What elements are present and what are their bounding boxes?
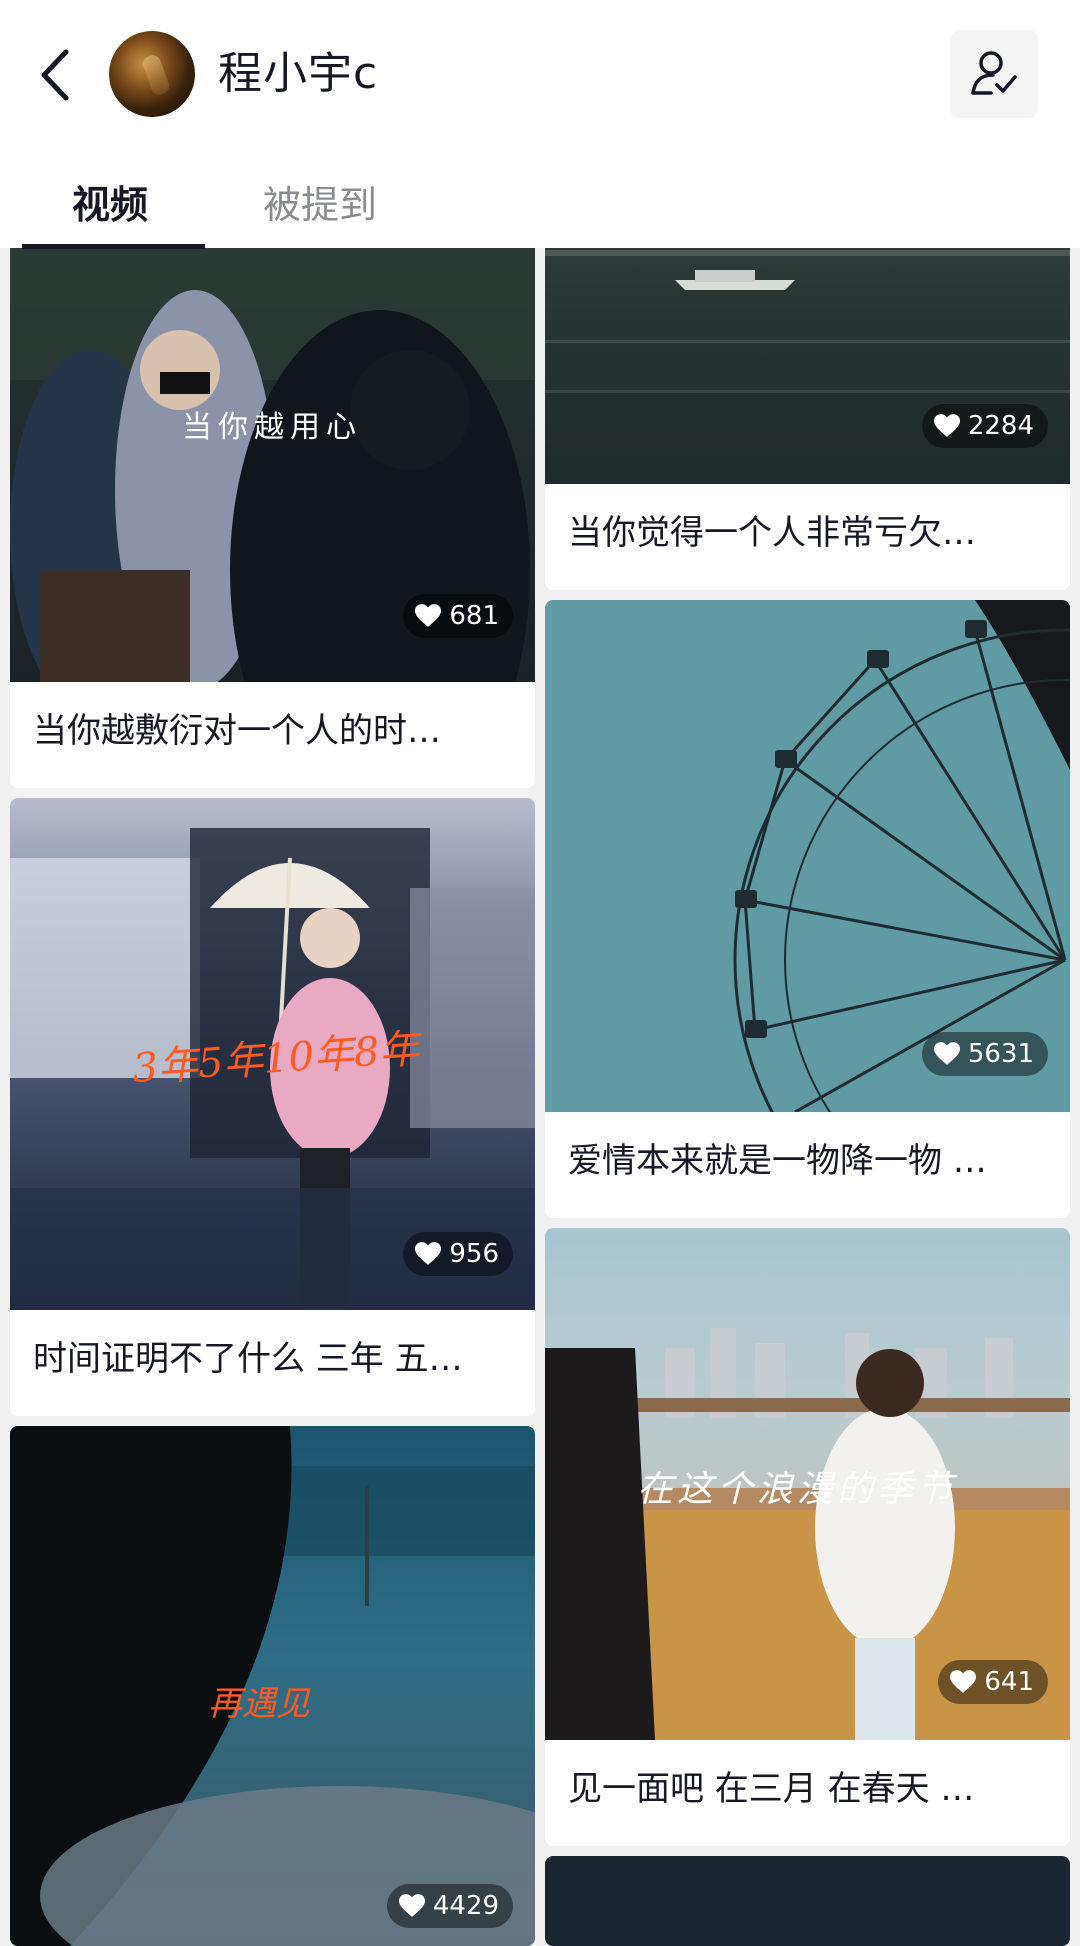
video-overlay-text: 在这个浪漫的季节 — [637, 1469, 958, 1510]
avatar[interactable] — [109, 31, 195, 117]
video-caption: 时间证明不了什么 三年 五… — [33, 1339, 463, 1379]
like-count: 956 — [449, 1239, 499, 1269]
like-count-badge: 956 — [403, 1232, 513, 1276]
video-overlay-text: 再遇见 — [208, 1684, 310, 1724]
video-thumbnail: 5631 — [545, 600, 1070, 1112]
tab-bar: 视频 被提到 — [0, 160, 1080, 249]
like-count-badge: 2284 — [921, 404, 1048, 448]
heart-icon — [398, 1894, 425, 1917]
video-thumbnail — [545, 1856, 1070, 1946]
heart-icon — [415, 1242, 442, 1265]
like-count: 4429 — [432, 1891, 499, 1921]
video-caption: 当你觉得一个人非常亏欠… — [568, 513, 976, 553]
chevron-left-icon — [41, 49, 69, 101]
heart-icon — [415, 604, 442, 627]
like-count: 5631 — [967, 1039, 1034, 1069]
like-count-badge: 4429 — [386, 1884, 513, 1928]
video-card[interactable]: 再遇见 4429 — [10, 1426, 535, 1946]
heart-icon — [933, 414, 960, 437]
video-card[interactable]: 在这个浪漫的季节 641 见一面吧 在三月 在春天 … — [545, 1228, 1070, 1846]
video-thumbnail: 再遇见 4429 — [10, 1426, 535, 1946]
video-caption: 见一面吧 在三月 在春天 … — [568, 1769, 975, 1809]
video-thumbnail: 3年5年10年8年 956 — [10, 798, 535, 1310]
like-count-badge: 641 — [938, 1660, 1048, 1704]
user-check-icon — [971, 51, 1017, 95]
follow-button[interactable] — [950, 30, 1038, 118]
like-count: 681 — [449, 601, 499, 631]
back-button[interactable] — [30, 40, 80, 110]
like-count-badge: 5631 — [921, 1032, 1048, 1076]
tab-active-indicator — [22, 244, 205, 249]
video-caption: 爱情本来就是一物降一物 … — [568, 1141, 987, 1181]
video-overlay-text: 当你越用心 — [182, 410, 362, 445]
like-count: 641 — [984, 1667, 1034, 1697]
video-thumbnail: 在这个浪漫的季节 641 — [545, 1228, 1070, 1740]
video-card[interactable] — [545, 1856, 1070, 1946]
username[interactable]: 程小宇c — [218, 44, 378, 104]
video-card[interactable]: 3年5年10年8年 956 时间证明不了什么 三年 五… — [10, 798, 535, 1416]
tab-mentioned[interactable]: 被提到 — [263, 180, 377, 230]
heart-icon — [950, 1670, 977, 1693]
like-count-badge: 681 — [403, 594, 513, 638]
tab-videos[interactable]: 视频 — [72, 180, 148, 230]
video-card[interactable]: 5631 爱情本来就是一物降一物 … — [545, 600, 1070, 1218]
top-header: 程小宇c 视频 被提到 — [0, 0, 1080, 249]
video-caption: 当你越敷衍对一个人的时… — [33, 711, 441, 751]
heart-icon — [933, 1042, 960, 1065]
like-count: 2284 — [967, 411, 1034, 441]
